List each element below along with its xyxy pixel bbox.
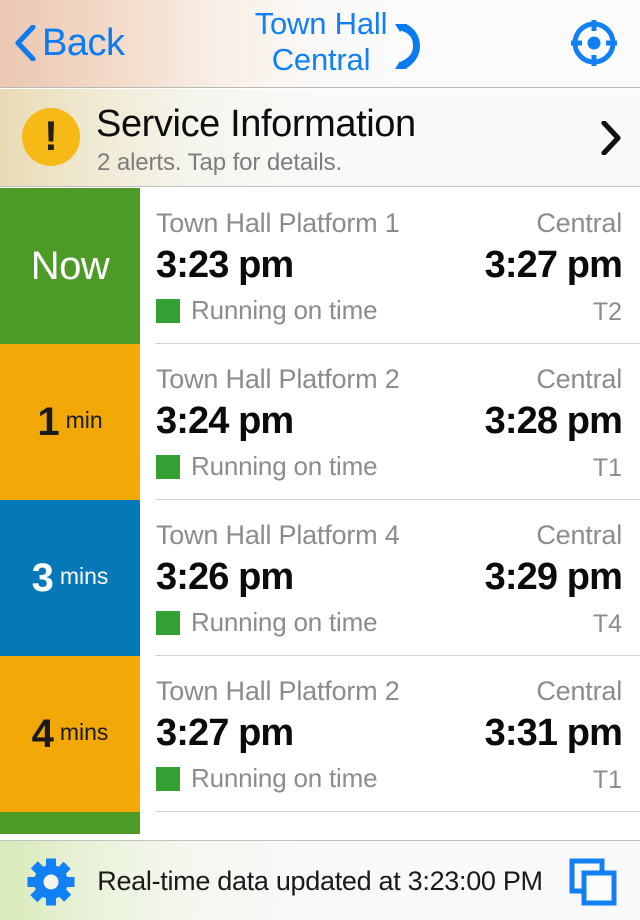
countdown-unit: mins xyxy=(59,719,109,745)
service-information-subtitle: 2 alerts. Tap for details. xyxy=(97,149,343,176)
countdown-now-label: Now xyxy=(30,244,110,288)
arrival-time: 3:27 pm xyxy=(484,244,623,286)
departure-countdown-badge[interactable]: 3 mins xyxy=(0,500,140,656)
status-label: Running on time xyxy=(191,451,378,481)
countdown-number: 4 xyxy=(31,712,54,756)
origin-station: Town Hall Platform 2 xyxy=(156,676,400,706)
status-label: Running on time xyxy=(191,295,378,325)
chevron-right-icon xyxy=(601,121,621,155)
departure-row[interactable]: 1 min Town Hall Platform 2 Central 3:24 pm 3:… xyxy=(0,344,640,500)
service-status: Running on time xyxy=(156,295,378,326)
departure-details[interactable]: Town Hall Platform 1 Central 3:23 pm 3:27 p… xyxy=(140,188,640,344)
line-code: T1 xyxy=(592,766,622,794)
service-status: Running on time xyxy=(156,451,378,482)
back-button[interactable]: Back xyxy=(14,14,125,72)
countdown-unit: min xyxy=(65,407,103,433)
departure-row[interactable] xyxy=(0,812,640,834)
back-button-label: Back xyxy=(42,22,125,64)
departure-row[interactable]: 3 mins Town Hall Platform 4 Central 3:26 pm 3… xyxy=(0,500,640,656)
destination-station: Central xyxy=(536,364,622,394)
bottom-toolbar: Real-time data updated at 3:23:00 PM xyxy=(0,840,640,920)
departure-details[interactable]: Town Hall Platform 2 Central 3:24 pm 3:28 p… xyxy=(140,344,640,500)
locate-crosshair-icon[interactable] xyxy=(570,19,618,67)
alert-glyph: ! xyxy=(44,111,58,159)
departure-countdown-badge[interactable]: Now xyxy=(0,188,140,344)
departure-countdown-badge[interactable]: 4 mins xyxy=(0,656,140,812)
destination-station: Central xyxy=(536,208,622,238)
line-code: T1 xyxy=(592,454,622,482)
departure-time: 3:24 pm xyxy=(156,400,294,442)
departure-details[interactable]: Town Hall Platform 2 Central 3:27 pm 3:31 p… xyxy=(140,656,640,812)
departure-row[interactable]: 4 mins Town Hall Platform 2 Central 3:27 pm 3… xyxy=(0,656,640,812)
status-label: Running on time xyxy=(191,607,378,637)
departures-screen: 3:21 pm 3:25 pm 3:29 pm 3:33 pm Back Tow… xyxy=(0,0,640,920)
countdown-number: 3 xyxy=(31,556,54,600)
departure-row[interactable]: Now Town Hall Platform 1 Central 3:23 pm 3:2… xyxy=(0,188,640,344)
arrival-time: 3:29 pm xyxy=(484,556,623,598)
origin-station: Town Hall Platform 4 xyxy=(156,520,400,550)
gear-icon[interactable] xyxy=(26,857,76,907)
destination-station: Central xyxy=(536,676,622,706)
departure-details[interactable] xyxy=(140,812,640,834)
arrival-time: 3:28 pm xyxy=(484,400,623,442)
arrival-time: 3:31 pm xyxy=(484,712,623,754)
service-status: Running on time xyxy=(156,763,378,794)
service-information-title: Service Information xyxy=(96,103,416,145)
line-code: T4 xyxy=(592,610,622,638)
destination-station: Central xyxy=(536,520,622,550)
exclamation-circle-icon: ! xyxy=(22,108,80,166)
line-code: T2 xyxy=(592,298,622,326)
countdown-unit: mins xyxy=(59,563,109,589)
service-information-banner[interactable]: ! Service Information 2 alerts. Tap for … xyxy=(0,89,640,187)
status-square-icon xyxy=(156,766,180,791)
departure-time: 3:26 pm xyxy=(156,556,294,598)
status-square-icon xyxy=(156,298,180,323)
service-status: Running on time xyxy=(156,607,378,638)
swap-direction-icon[interactable] xyxy=(386,18,426,74)
departure-list[interactable]: Now Town Hall Platform 1 Central 3:23 pm 3:2… xyxy=(0,188,640,834)
copy-duplicate-icon[interactable] xyxy=(568,857,618,907)
realtime-status-text: Real-time data updated at 3:23:00 PM xyxy=(97,865,543,896)
departure-countdown-badge[interactable]: 1 min xyxy=(0,344,140,500)
departure-countdown-badge[interactable] xyxy=(0,812,140,834)
status-square-icon xyxy=(156,610,180,635)
departure-time: 3:23 pm xyxy=(156,244,294,286)
chevron-left-icon xyxy=(15,25,36,61)
departure-details[interactable]: Town Hall Platform 4 Central 3:26 pm 3:29 p… xyxy=(140,500,640,656)
status-square-icon xyxy=(156,454,180,479)
status-label: Running on time xyxy=(191,763,378,793)
origin-station: Town Hall Platform 1 xyxy=(156,208,400,238)
navigation-bar: Back Town Hall Central xyxy=(0,0,640,88)
departure-time: 3:27 pm xyxy=(156,712,294,754)
countdown-number: 1 xyxy=(37,400,59,444)
origin-station: Town Hall Platform 2 xyxy=(156,364,400,394)
